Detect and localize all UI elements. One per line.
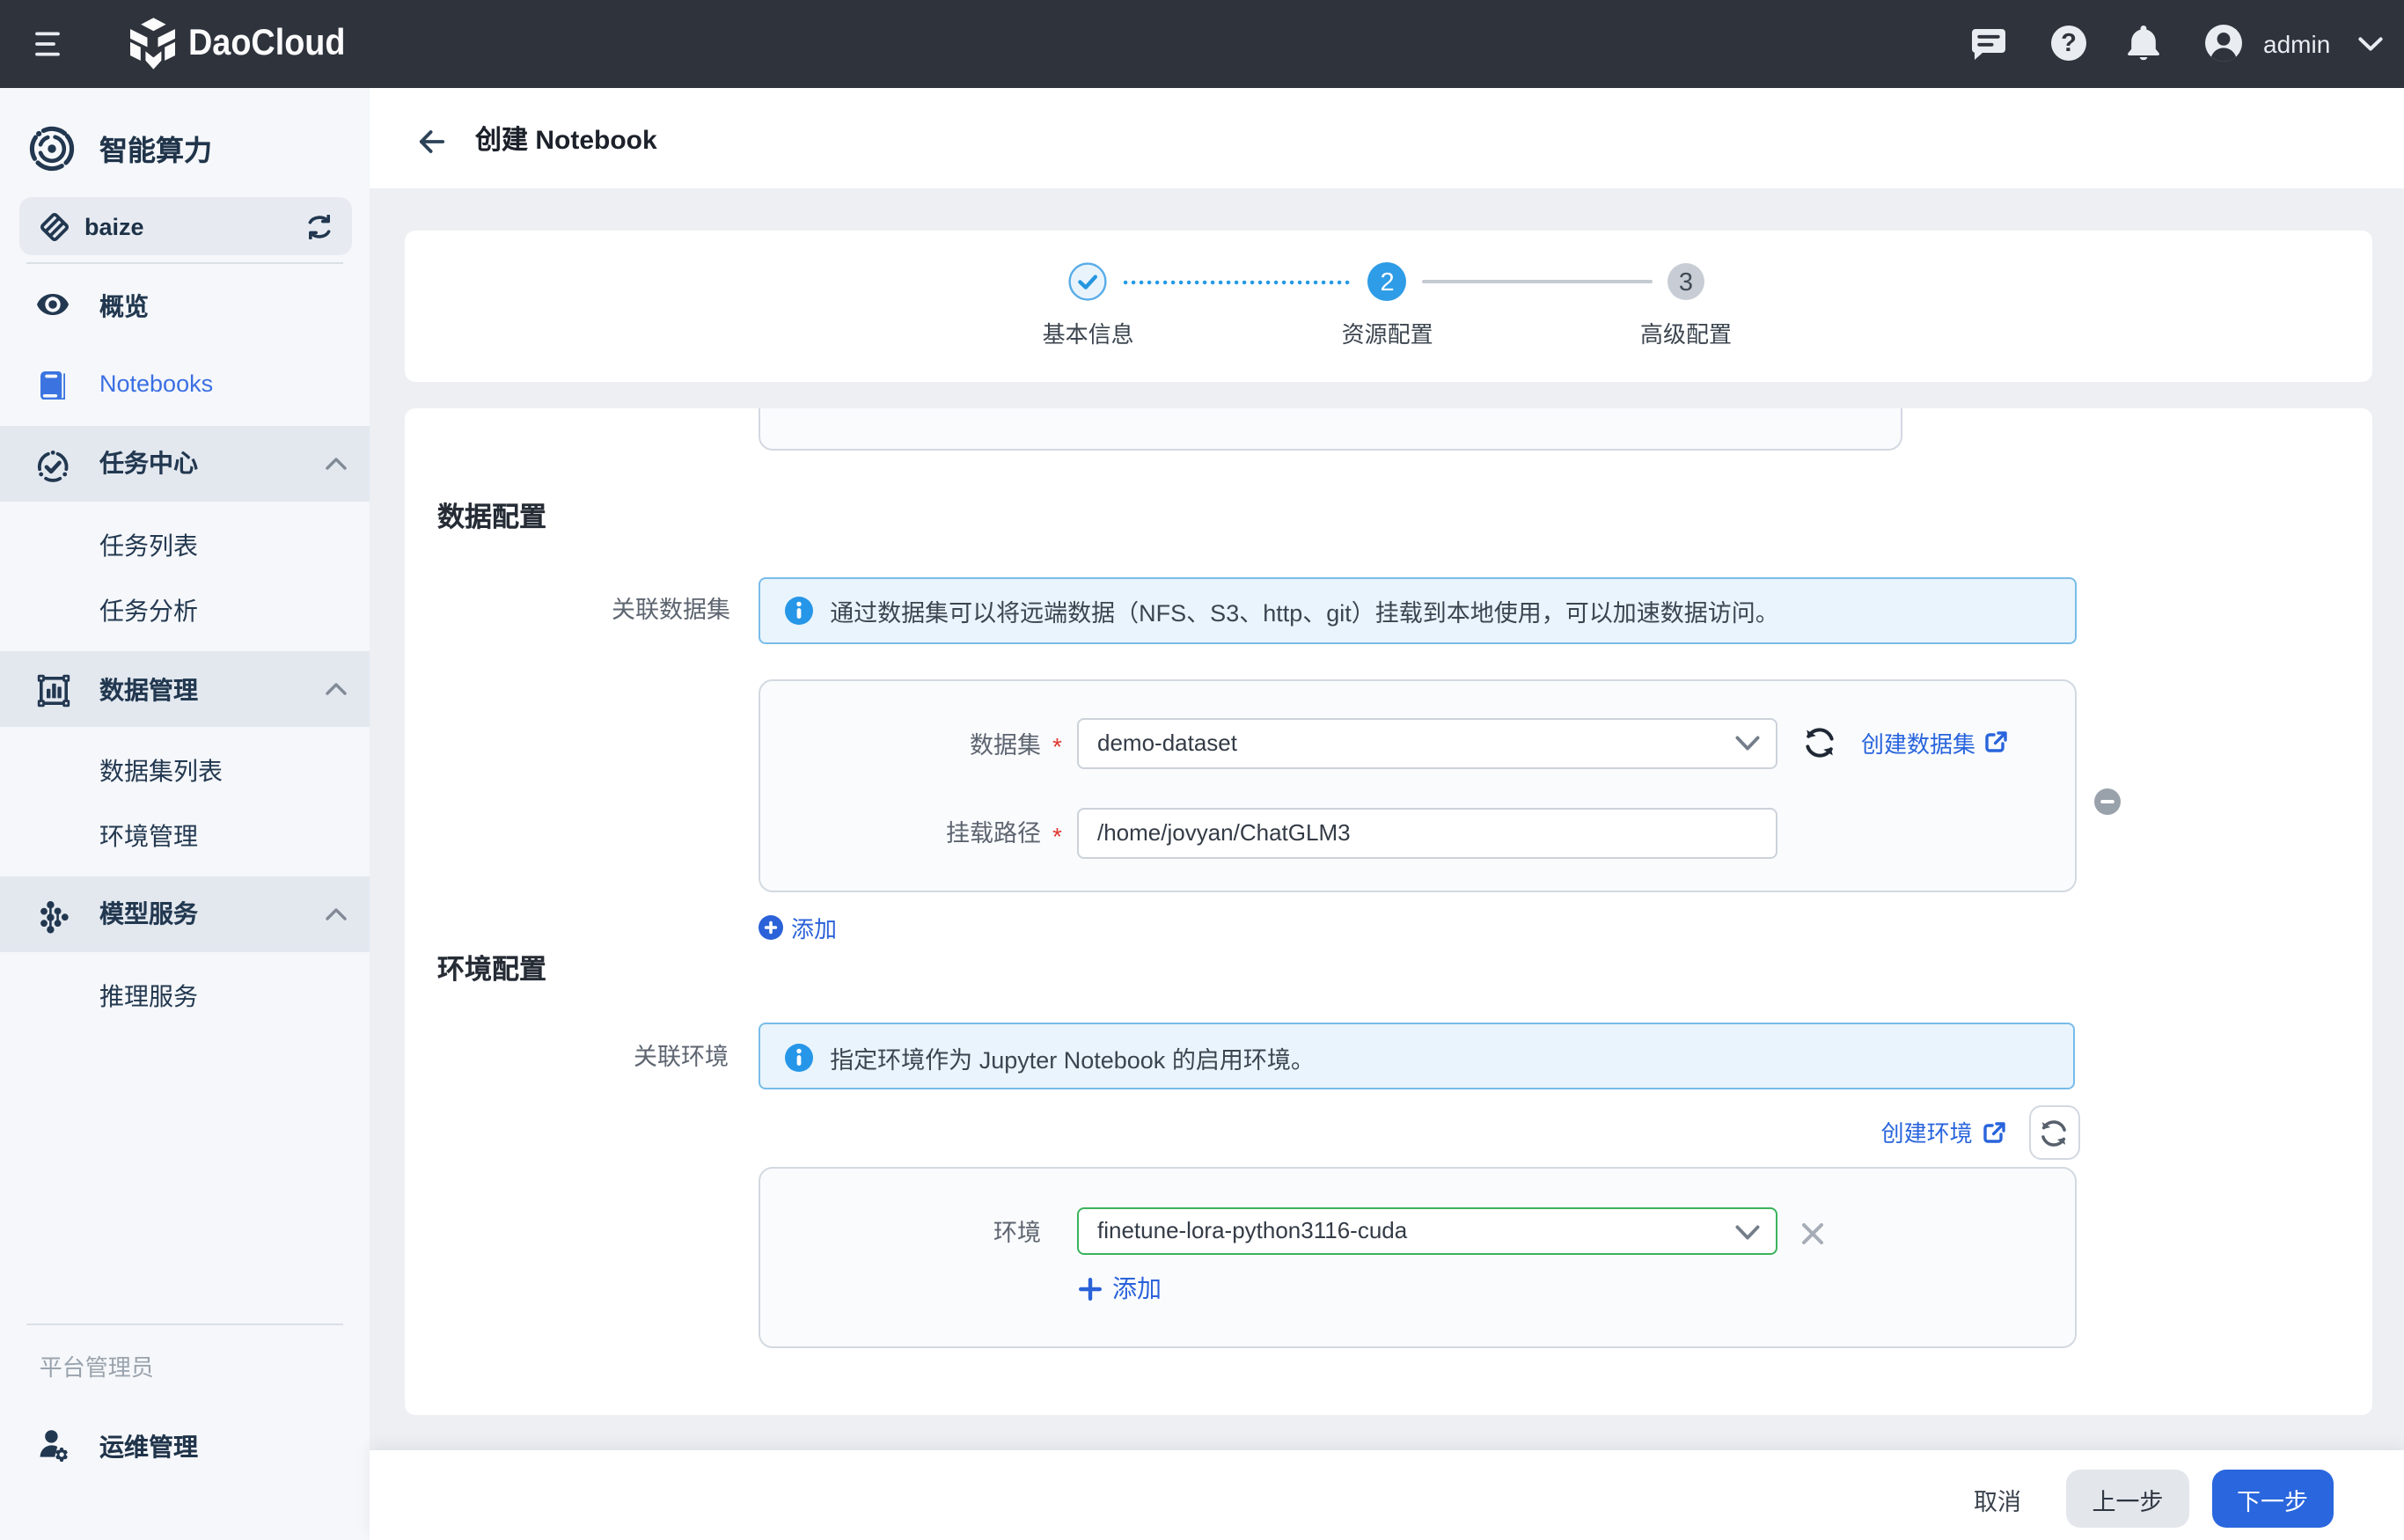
svg-text:?: ? bbox=[2060, 29, 2076, 57]
